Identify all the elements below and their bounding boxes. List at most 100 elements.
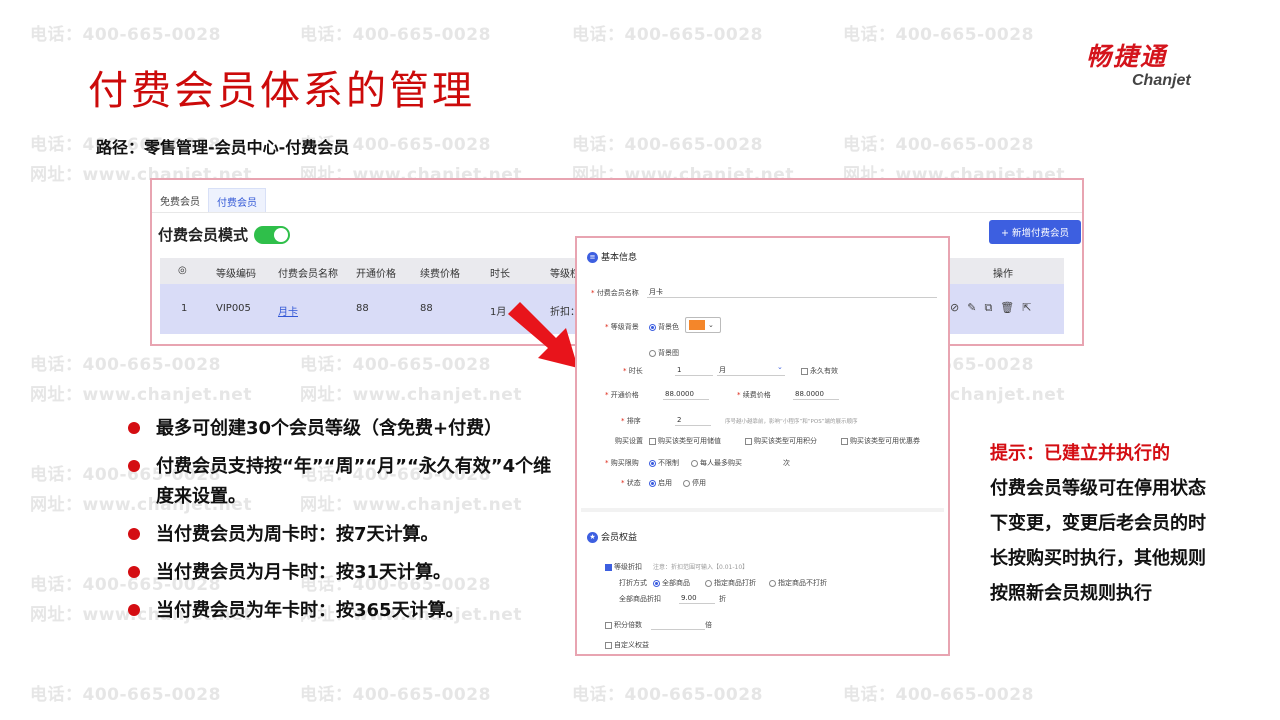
watermark-site: 网址：www.chanjet.net <box>300 385 522 405</box>
row-level-code: VIP005 <box>216 303 251 314</box>
paid-member-form-screenshot: ≡ 基本信息 * 付费会员名称 月卡 * 等级背景 背景色 ⌄ 背景图 * 时长 … <box>575 236 950 656</box>
tab-paid-member[interactable]: 付费会员 <box>208 188 266 212</box>
chevron-down-icon: ⌄ <box>708 321 714 329</box>
paid-mode-row: 付费会员模式 <box>158 224 291 245</box>
watermark-phone: 电话：400-665-0028 <box>300 355 491 375</box>
feature-bullets: 最多可创建30个会员等级（含免费+付费） 付费会员支持按“年”“周”“月”“永久… <box>128 414 568 634</box>
color-picker[interactable]: ⌄ <box>685 317 721 333</box>
buy-with-stored-value-checkbox[interactable]: 购买该类型可用储值 <box>649 436 721 446</box>
limit-per-person-radio[interactable]: 每人最多购买 <box>691 458 742 468</box>
watermark-phone: 电话：400-665-0028 <box>843 135 1034 155</box>
col-duration: 时长 <box>490 269 510 280</box>
buy-with-coupon-checkbox[interactable]: 购买该类型可用优惠券 <box>841 436 920 446</box>
row-renew-price: 88 <box>420 303 433 314</box>
watermark-phone: 电话：400-665-0028 <box>300 685 491 705</box>
tab-free-member[interactable]: 免费会员 <box>152 188 208 212</box>
row-member-name-link[interactable]: 月卡 <box>278 303 298 318</box>
col-renew-price: 续费价格 <box>420 269 460 280</box>
watermark-phone: 电话：400-665-0028 <box>843 25 1034 45</box>
sort-input[interactable]: 2 <box>675 414 711 426</box>
basic-info-header: ≡ 基本信息 <box>587 250 637 263</box>
sort-label: * 排序 <box>621 417 641 425</box>
row-actions: ⊘ ✎ ⧉ 🗑 ⇱ <box>950 301 1031 315</box>
open-price-input[interactable]: 88.0000 <box>663 388 709 400</box>
status-disabled-radio[interactable]: 停用 <box>683 478 706 488</box>
bullet-item: 当付费会员为周卡时：按7天计算。 <box>128 520 568 550</box>
points-unit: 倍 <box>705 621 712 629</box>
col-open-price: 开通价格 <box>356 269 396 280</box>
bg-image-radio[interactable]: 背景图 <box>649 348 679 358</box>
watermark-phone: 电话：400-665-0028 <box>572 685 763 705</box>
permanent-checkbox[interactable]: 永久有效 <box>801 366 838 376</box>
renew-price-input[interactable]: 88.0000 <box>793 388 839 400</box>
member-name-input[interactable]: 月卡 <box>647 286 937 298</box>
buy-with-points-checkbox[interactable]: 购买该类型可用积分 <box>745 436 817 446</box>
watermark-phone: 电话：400-665-0028 <box>572 135 763 155</box>
duration-label: * 时长 <box>623 367 643 375</box>
discount-exclude-radio[interactable]: 指定商品不打折 <box>769 578 827 588</box>
watermark-site: 网址：www.chanjet.net <box>30 385 252 405</box>
no-limit-radio[interactable]: 不限制 <box>649 458 679 468</box>
open-price-label: * 开通价格 <box>605 391 639 399</box>
info-icon: ≡ <box>587 252 598 263</box>
delete-icon[interactable]: 🗑 <box>1000 301 1014 315</box>
sort-hint: 序号越小越靠前，影响“小程序”和“POS”端的展示顺序 <box>725 419 858 425</box>
custom-rights-checkbox[interactable]: 自定义权益 <box>605 640 649 650</box>
buy-settings-label: 购买设置 <box>615 437 643 445</box>
orange-swatch <box>689 320 705 330</box>
member-tabs: 免费会员 付费会员 <box>152 188 266 212</box>
watermark-phone: 电话：400-665-0028 <box>843 685 1034 705</box>
member-rights-title: 会员权益 <box>601 533 638 543</box>
duration-input[interactable]: 1 <box>675 364 713 376</box>
col-select[interactable]: ◎ <box>178 265 187 276</box>
disable-icon[interactable]: ⊘ <box>950 301 959 315</box>
section-divider <box>581 508 944 512</box>
basic-info-title: 基本信息 <box>601 253 638 263</box>
bullet-item: 付费会员支持按“年”“周”“月”“永久有效”4个维度来设置。 <box>128 452 558 512</box>
watermark-phone: 电话：400-665-0028 <box>30 25 221 45</box>
watermark-phone: 电话：400-665-0028 <box>30 685 221 705</box>
open-external-icon[interactable]: ⇱ <box>1022 301 1031 315</box>
chevron-down-icon[interactable]: ⌄ <box>777 363 783 371</box>
paid-mode-toggle[interactable] <box>254 225 291 244</box>
discount-mode-label: 打折方式 <box>619 579 647 587</box>
red-arrow-icon <box>508 302 578 368</box>
level-bg-label: * 等级背景 <box>605 323 639 331</box>
watermark-phone: 电话：400-665-0028 <box>300 25 491 45</box>
points-multiplier-checkbox[interactable]: 积分倍数 <box>605 620 642 630</box>
rights-icon: ★ <box>587 532 598 543</box>
discount-specific-radio[interactable]: 指定商品打折 <box>705 578 756 588</box>
col-level-code: 等级编码 <box>216 269 256 280</box>
watermark-phone: 电话：400-665-0028 <box>30 355 221 375</box>
bg-color-radio[interactable]: 背景色 <box>649 322 679 332</box>
paid-mode-label: 付费会员模式 <box>158 226 249 244</box>
status-label: * 状态 <box>621 479 641 487</box>
edit-icon[interactable]: ✎ <box>967 301 976 315</box>
discount-hint: 注意：折扣范围可输入【0.01-10】 <box>653 564 749 571</box>
all-discount-input[interactable]: 9.00 <box>679 592 715 604</box>
points-multiplier-input[interactable] <box>651 618 705 630</box>
duration-unit-select[interactable]: 月 <box>717 364 785 376</box>
chanjet-logo: 畅捷通 Chanjet <box>1086 42 1221 92</box>
discount-all-radio[interactable]: 全部商品 <box>653 578 690 588</box>
add-paid-member-button[interactable]: + 新增付费会员 <box>989 220 1081 244</box>
bullet-item: 最多可创建30个会员等级（含免费+付费） <box>128 414 558 444</box>
level-discount-checkbox[interactable]: 等级折扣 <box>605 562 642 572</box>
tip-box: 提示：已建立并执行的 付费会员等级可在停用状态下变更，变更后老会员的时长按购买时… <box>990 436 1210 611</box>
discount-unit: 折 <box>719 595 726 603</box>
status-enabled-radio[interactable]: 启用 <box>649 478 672 488</box>
tab-divider <box>152 212 1082 213</box>
row-duration: 1月 <box>490 307 507 318</box>
all-discount-label: 全部商品折扣 <box>619 595 661 603</box>
menu-path: 路径：零售管理-会员中心-付费会员 <box>96 138 350 157</box>
logo-en-text: Chanjet <box>1132 72 1191 89</box>
watermark-phone: 电话：400-665-0028 <box>572 25 763 45</box>
row-index: 1 <box>181 303 188 314</box>
col-member-name: 付费会员名称 <box>278 269 338 280</box>
copy-icon[interactable]: ⧉ <box>984 301 992 315</box>
bullet-item: 当付费会员为年卡时：按365天计算。 <box>128 596 568 626</box>
bullet-item: 当付费会员为月卡时：按31天计算。 <box>128 558 568 588</box>
col-actions: 操作 <box>993 269 1013 280</box>
logo-cn-text: 畅捷通 <box>1086 42 1168 71</box>
buy-limit-label: * 购买限购 <box>605 459 639 467</box>
